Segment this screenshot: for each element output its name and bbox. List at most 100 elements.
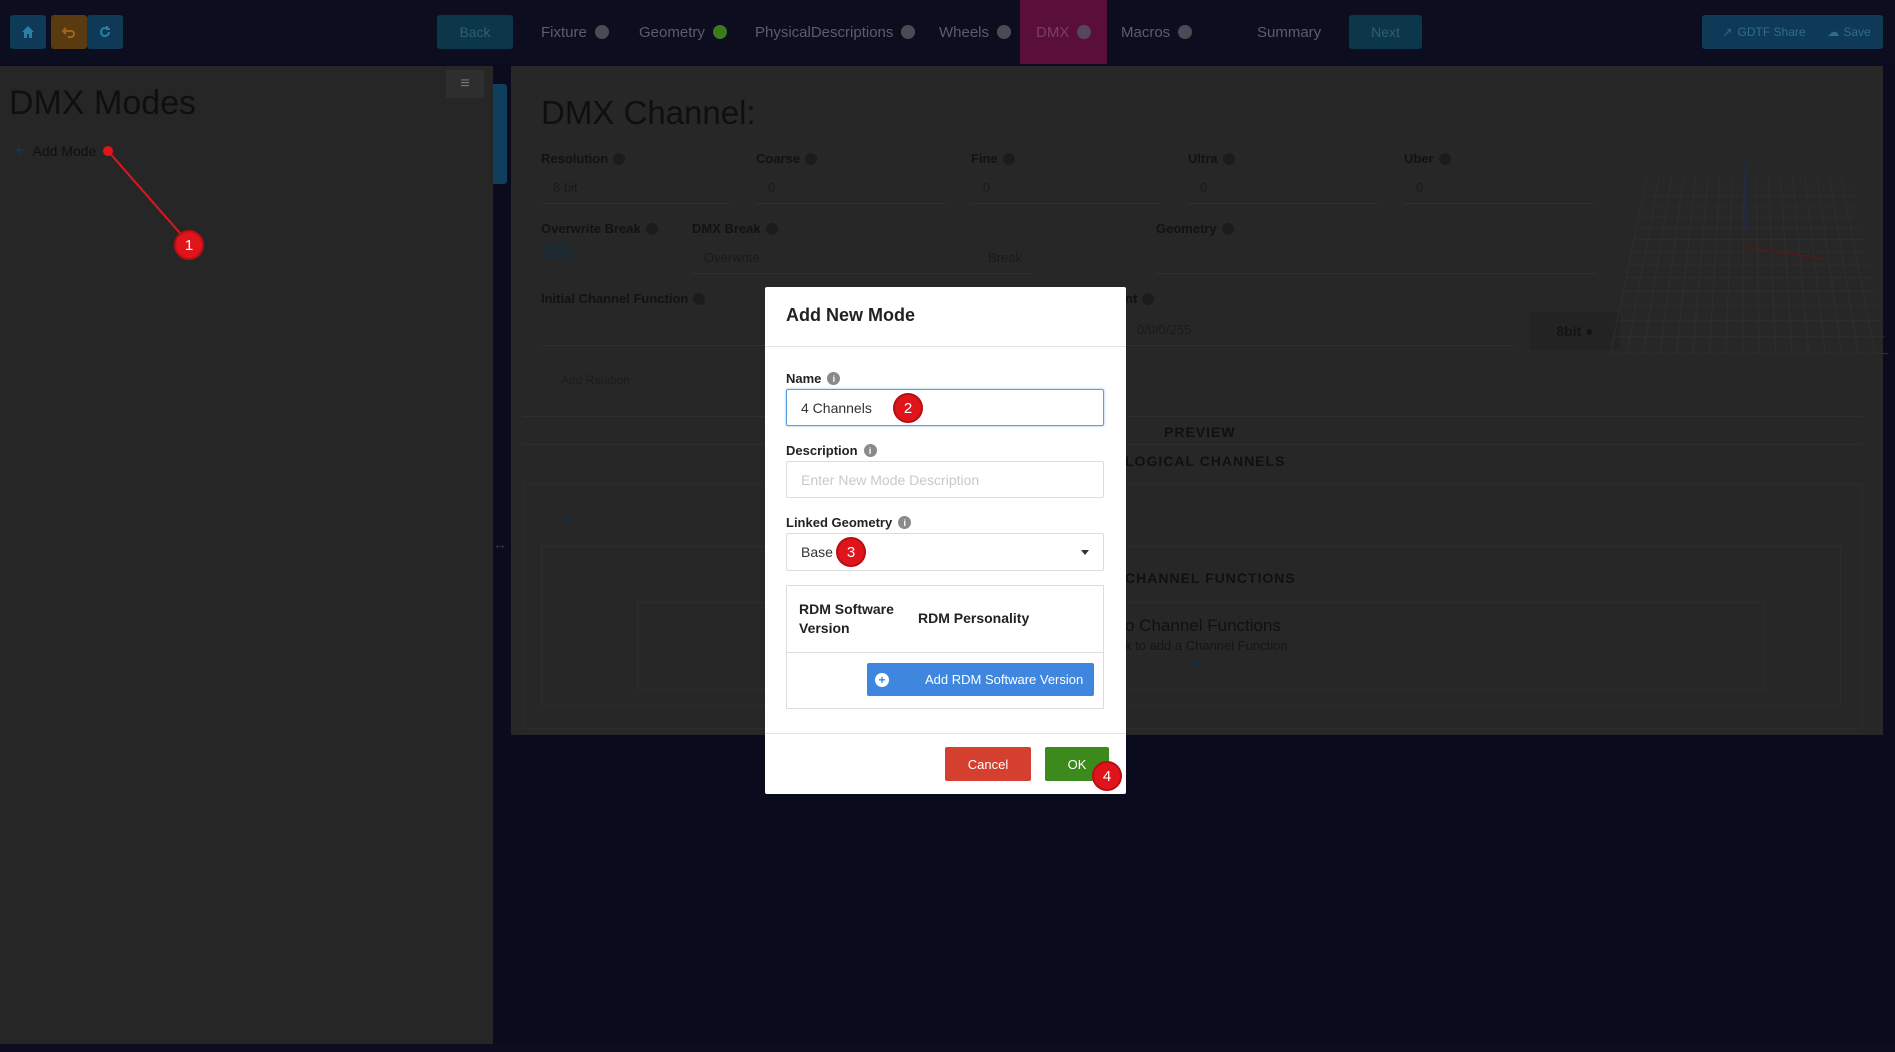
panel-menu-button[interactable]: ≡ bbox=[446, 70, 484, 98]
tab-macros[interactable]: Macros bbox=[1121, 0, 1193, 64]
divider bbox=[523, 444, 1863, 445]
step-marker-4: 4 bbox=[1092, 761, 1122, 791]
next-button[interactable]: Next bbox=[1349, 15, 1422, 49]
geometry-select[interactable] bbox=[1156, 244, 1596, 274]
add-relation-link[interactable]: Add Relation bbox=[561, 373, 630, 387]
dialog-title: Add New Mode bbox=[786, 305, 915, 325]
info-icon: i bbox=[827, 372, 841, 385]
dmx-modes-panel: ≡ DMX Modes + Add Mode bbox=[0, 66, 493, 1044]
overwrite-break-label: Overwrite Break bbox=[541, 221, 658, 236]
redo-button[interactable] bbox=[87, 15, 123, 49]
status-dot bbox=[1178, 25, 1193, 39]
cloud-upload-icon: ☁ bbox=[1827, 25, 1840, 39]
fine-input[interactable]: 0 bbox=[971, 174, 1161, 204]
preview-header: PREVIEW bbox=[1164, 424, 1236, 440]
panel-title: DMX Modes bbox=[9, 84, 197, 122]
home-icon bbox=[22, 26, 34, 38]
tab-physical-descriptions[interactable]: PhysicalDescriptions bbox=[755, 0, 916, 64]
column-header-rdm-software-version: RDM Software Version bbox=[799, 601, 894, 636]
gdtf-share-button[interactable]: ↗ GDTF Share bbox=[1702, 15, 1826, 49]
add-mode-link[interactable]: + Add Mode bbox=[14, 140, 96, 161]
tab-summary[interactable]: Summary bbox=[1257, 0, 1321, 64]
column-header-rdm-personality: RDM Personality bbox=[918, 610, 1030, 626]
share-icon: ↗ bbox=[1722, 25, 1733, 39]
bit-toggle-button[interactable]: 8bit ● bbox=[1530, 312, 1620, 350]
resolution-label: Resolution bbox=[541, 151, 626, 166]
geometry-preview-3d[interactable] bbox=[1609, 176, 1889, 355]
info-icon: i bbox=[898, 516, 912, 529]
step-marker-1: 1 bbox=[174, 230, 204, 260]
status-dot bbox=[901, 25, 916, 39]
back-button[interactable]: Back bbox=[437, 15, 513, 49]
cancel-button[interactable]: Cancel bbox=[945, 747, 1031, 781]
status-dot bbox=[712, 25, 727, 39]
description-input[interactable] bbox=[786, 461, 1104, 498]
z-axis bbox=[1745, 162, 1747, 232]
hamburger-icon: ≡ bbox=[460, 75, 470, 92]
empty-state-subtitle: k to add a Channel Function bbox=[1125, 638, 1288, 653]
tab-dmx[interactable]: DMX bbox=[1020, 0, 1108, 64]
ultra-label: Ultra bbox=[1188, 151, 1235, 166]
dmx-break-input[interactable]: Overwrite Break bbox=[692, 244, 1032, 274]
coarse-input[interactable]: 0 bbox=[756, 174, 946, 204]
dialog-header: Add New Mode bbox=[765, 287, 1126, 347]
undo-button[interactable] bbox=[51, 15, 87, 49]
geometry-label: Geometry bbox=[1156, 221, 1234, 236]
ultra-input[interactable]: 0 bbox=[1188, 174, 1378, 204]
info-icon bbox=[1002, 152, 1015, 165]
tab-fixture[interactable]: Fixture bbox=[541, 0, 609, 64]
dialog-footer-divider bbox=[765, 733, 1126, 734]
save-button[interactable]: ☁ Save bbox=[1815, 15, 1883, 49]
info-icon bbox=[645, 222, 658, 235]
resolution-select[interactable]: 8 bit bbox=[541, 174, 731, 204]
add-logical-channel-icon[interactable]: + bbox=[563, 510, 574, 531]
description-label: Description i bbox=[786, 443, 877, 458]
linked-geometry-label: Linked Geometry i bbox=[786, 515, 912, 530]
tab-wheels[interactable]: Wheels bbox=[939, 0, 1012, 64]
empty-state-title: o Channel Functions bbox=[1125, 616, 1281, 635]
overwrite-break-toggle[interactable] bbox=[541, 242, 573, 260]
info-icon bbox=[1142, 292, 1155, 305]
logical-channels-header: LOGICAL CHANNELS bbox=[1125, 453, 1286, 469]
initial-channel-function-label: Initial Channel Function bbox=[541, 291, 706, 306]
info-icon bbox=[805, 152, 818, 165]
rdm-table: RDM Software Version RDM Personality + A… bbox=[786, 585, 1104, 709]
add-channel-function-icon[interactable]: + bbox=[1190, 653, 1201, 674]
status-dot bbox=[997, 25, 1012, 39]
info-icon bbox=[1438, 152, 1451, 165]
bottom-strip bbox=[0, 1044, 1895, 1052]
redo-icon bbox=[100, 26, 110, 37]
highlight-label: nt bbox=[1125, 291, 1155, 306]
name-input[interactable] bbox=[786, 389, 1104, 426]
plus-circle-icon: + bbox=[875, 672, 889, 687]
uber-input[interactable]: 0 bbox=[1404, 174, 1594, 204]
info-icon bbox=[1221, 222, 1234, 235]
info-icon bbox=[765, 222, 778, 235]
panel-tab-accent bbox=[493, 84, 507, 184]
rdm-table-header: RDM Software Version RDM Personality bbox=[787, 586, 1103, 653]
tab-geometry[interactable]: Geometry bbox=[639, 0, 727, 64]
fine-label: Fine bbox=[971, 151, 1015, 166]
dmx-channel-panel: DMX Channel: Resolution 8 bit Coarse 0 F… bbox=[511, 66, 1889, 735]
add-rdm-software-version-button[interactable]: + Add RDM Software Version bbox=[867, 663, 1094, 696]
add-new-mode-dialog: Add New Mode Namei Descriptioni Linked G… bbox=[765, 287, 1126, 794]
undo-icon bbox=[62, 27, 75, 38]
info-icon bbox=[1222, 152, 1235, 165]
info-icon bbox=[693, 292, 706, 305]
top-toolbar: Back Fixture Geometry PhysicalDescriptio… bbox=[0, 0, 1895, 64]
caret-down-icon bbox=[1081, 549, 1089, 555]
status-dot bbox=[1077, 25, 1092, 39]
home-button[interactable] bbox=[10, 15, 46, 49]
dmx-break-label: DMX Break bbox=[692, 221, 778, 236]
channel-functions-header: CHANNEL FUNCTIONS bbox=[1125, 570, 1296, 586]
status-dot bbox=[594, 25, 609, 39]
name-label: Name i bbox=[786, 371, 841, 386]
step-marker-2: 2 bbox=[893, 393, 923, 423]
plus-icon: + bbox=[14, 140, 25, 160]
page-title: DMX Channel: bbox=[541, 94, 756, 131]
linked-geometry-select[interactable]: Base bbox=[786, 533, 1104, 571]
resize-handle-icon[interactable]: ↔ bbox=[493, 536, 507, 552]
divider bbox=[523, 416, 1863, 417]
highlight-input[interactable]: 0/0/0/255 bbox=[1125, 316, 1515, 346]
coarse-label: Coarse bbox=[756, 151, 818, 166]
